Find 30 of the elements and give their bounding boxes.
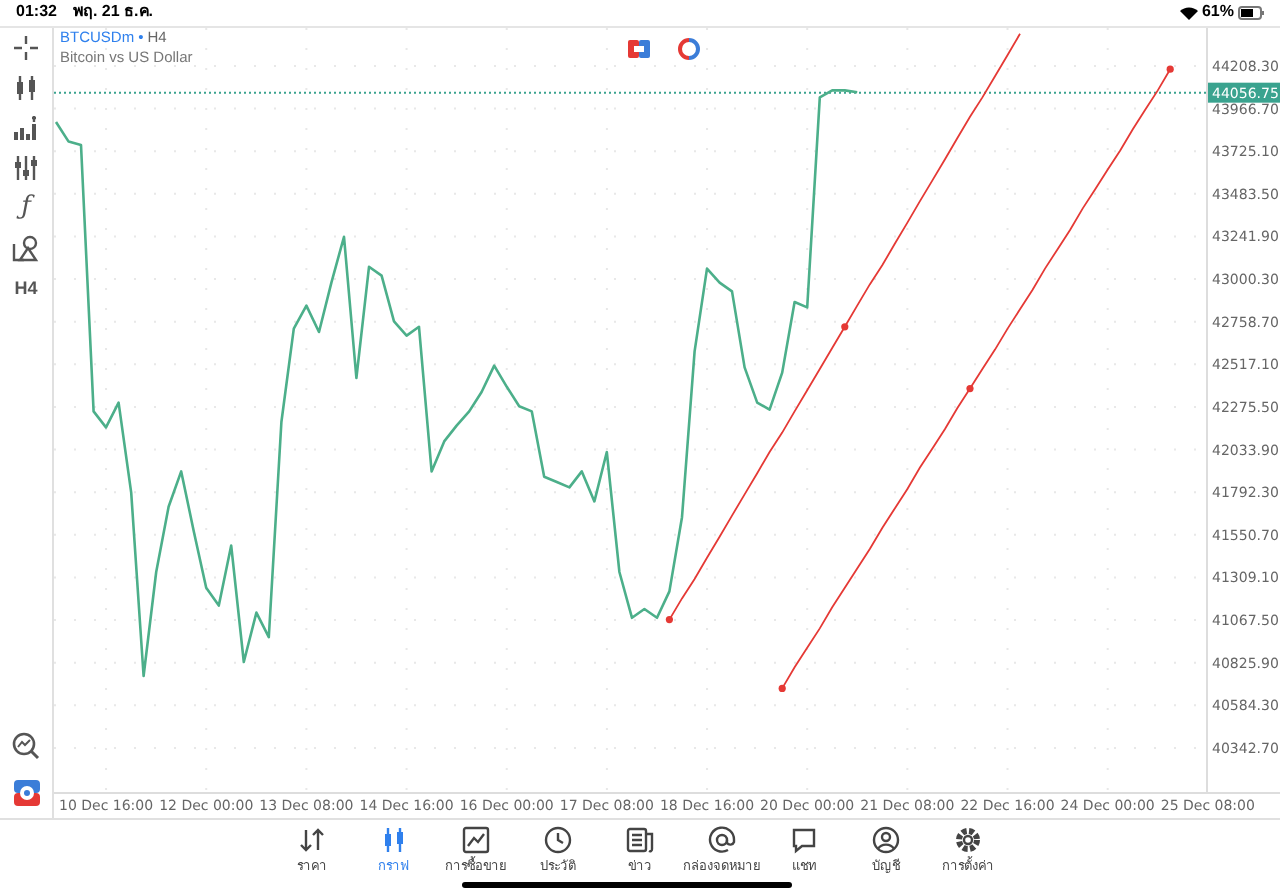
chat-bubble-icon: [790, 825, 818, 854]
volume-bars-icon[interactable]: [12, 113, 40, 142]
newspaper-icon: [626, 825, 654, 854]
wifi-icon: [1179, 5, 1198, 20]
timeframe-button[interactable]: H4: [14, 273, 38, 302]
candlestick-icon: [380, 825, 408, 854]
function-button[interactable]: ƒ: [21, 193, 31, 222]
sliders-icon[interactable]: [12, 153, 40, 182]
crosshair-icon[interactable]: [12, 33, 40, 62]
candlestick-icon[interactable]: [12, 73, 40, 102]
zoom-chart-icon[interactable]: [12, 731, 40, 760]
point: [1166, 65, 1174, 73]
status-date: พฤ. 21 ธ.ค.: [72, 0, 153, 25]
shapes-icon[interactable]: [12, 233, 40, 262]
at-sign-icon: [708, 825, 736, 854]
trade-icon[interactable]: [628, 39, 650, 58]
point: [841, 322, 849, 330]
point: [778, 684, 786, 692]
battery-percent: 61%: [1201, 0, 1234, 25]
app-logo-icon[interactable]: [13, 779, 39, 806]
status-time: 01:32: [16, 0, 57, 25]
one-click-icon[interactable]: [678, 37, 700, 60]
point: [966, 384, 974, 392]
clock-icon: [544, 825, 572, 854]
battery-icon: [1238, 5, 1264, 20]
up-down-arrows-icon: [298, 825, 326, 854]
gear-icon: [954, 825, 982, 854]
user-circle-icon: [872, 825, 900, 854]
point: [665, 615, 673, 623]
line-chart-icon: [462, 825, 490, 854]
